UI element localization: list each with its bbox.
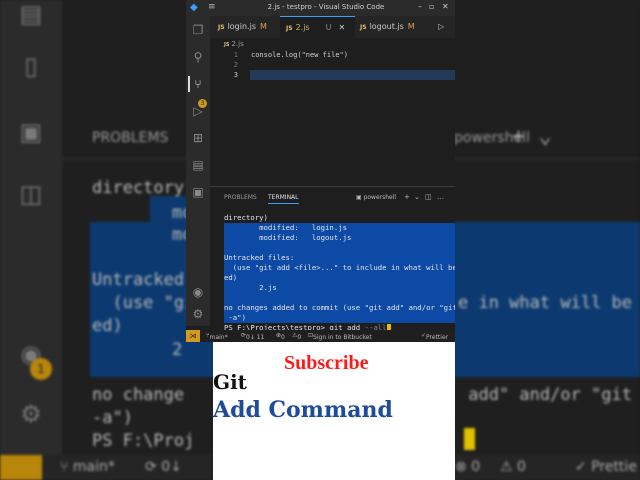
bg-branch: ⑂ main* [60,459,115,475]
split-icon[interactable]: ◫ [425,193,432,201]
minimize-icon[interactable]: – [418,2,422,11]
current-line-highlight [250,70,455,80]
sync-status[interactable]: ⟳ 0↓ 11 [241,332,264,341]
close-icon[interactable]: ✕ [442,2,449,11]
remote-icon[interactable]: ⋊ [186,330,200,342]
bg-line: -a") [92,408,133,428]
title-bar: ◆ ≡ 2.js - testpro - Visual Studio Code … [186,0,455,16]
prettier-status[interactable]: ✓ Prettier [421,332,448,341]
chevron-down-icon[interactable]: ⌄ [414,193,420,201]
bg-warnings: ⚠ 0 [500,459,526,475]
terminal[interactable]: directory) modified: login.js modified: … [224,213,455,333]
bg-terminal-icon: ▣ [19,118,43,146]
tab-2-js[interactable]: JS 2.js U ✕ [280,16,355,38]
bg-line: 2 [172,340,183,360]
caption-card: Subscribe Git Add Command [213,342,455,480]
run-icon[interactable]: ▷ [438,22,444,31]
vscode-logo-icon: ◆ [190,2,198,13]
terminal-line: ed) [224,273,455,283]
run-debug-icon[interactable]: ▷ [190,103,206,119]
js-file-icon: JS [218,24,225,31]
errors-status[interactable]: ⊗ 0 [276,332,285,341]
terminal-line: directory) [224,213,268,222]
caption-line-1: Git [213,370,247,394]
code-editor[interactable]: 1 2 3 console.log("new file") [210,48,455,183]
terminal-icon[interactable]: ▣ [190,184,206,200]
js-file-icon: JS [360,24,367,31]
bg-prettier: ✓ Prettie [575,459,637,475]
bg-line: ed) [92,316,123,336]
bg-errors: ⊗ 0 [455,459,481,475]
terminal-line: 2.js [224,283,455,293]
bg-line: add" and/or "git [458,385,632,405]
bg-line: directory) [92,178,195,198]
bg-activity-bar: ▤ ▯ ▣ ◫ ◉ ⚙ [0,0,62,455]
terminal-line: -a") [224,313,455,323]
vscode-window: ◆ ≡ 2.js - testpro - Visual Studio Code … [186,0,455,342]
terminal-line: modified: login.js [224,223,455,233]
bg-line: Untracked [92,270,185,290]
add-terminal-icon[interactable]: + [404,193,410,201]
bg-gear-icon: ⚙ [20,400,42,428]
bg-line: PS F:\Proj [92,431,195,451]
account-icon[interactable]: ◉ [190,284,206,300]
line-number: 1 [233,51,238,59]
bottom-panel: PROBLEMS TERMINAL ▣ powershell + ⌄ ◫ … d… [210,186,455,333]
bitbucket-status[interactable]: ⊡ Sign in to Bitbucket [308,332,372,341]
breadcrumb[interactable]: JS 2.js [224,40,244,48]
status-bar: ⋊ ⑂ main* ⟳ 0↓ 11 ⊗ 0 ⚠ 0 ⊡ Sign in to B… [186,330,455,342]
terminal-line: Untracked files: [224,253,455,263]
warnings-status[interactable]: ⚠ 0 [292,332,301,341]
extensions-icon[interactable]: ⊞ [190,130,206,146]
bg-files-icon: ▤ [19,0,43,28]
terminal-line: (use "git add <file>..." to include in w… [224,263,455,273]
bg-badge: 1 [30,358,52,380]
tab-login-js[interactable]: JS login.js M [218,16,278,38]
terminal-line: modified: logout.js [224,233,455,243]
terminal-line [224,293,455,303]
more-icon[interactable]: … [437,193,444,201]
explorer-icon[interactable]: ❐ [190,22,206,38]
line-number: 3 [233,71,238,79]
source-control-icon[interactable]: ⑂ [188,76,206,92]
bg-extension-icon: ◫ [19,180,43,208]
window-title: 2.js - testpro - Visual Studio Code [267,3,385,11]
caption-line-2: Add Command [213,397,393,423]
subscribe-label: Subscribe [284,352,369,374]
notebook-icon[interactable]: ▤ [190,157,206,173]
maximize-icon[interactable]: ▫ [429,2,434,11]
tab-close-icon[interactable]: ✕ [338,23,345,32]
js-file-icon: JS [286,25,293,32]
bg-notebook-icon: ▯ [24,52,38,80]
bg-line: e in what will be [458,293,632,313]
search-icon[interactable]: ⚲ [190,49,206,65]
bg-sync: ⟳ 0↓ [145,459,182,475]
bg-line: no change [92,385,185,405]
bg-cursor [464,428,475,450]
activity-bar: ❐ ⚲ ⑂ 3 ▷ ⊞ ▤ ▣ ◉ ⚙ [186,16,210,326]
bg-plus-icon: + ⌄ [512,124,552,149]
bg-remote-icon [0,455,42,480]
line-number: 2 [233,61,238,69]
code-line: console.log("new file") [251,51,348,59]
gear-icon[interactable]: ⚙ [190,306,206,322]
terminal-line: no changes added to commit (use "git add… [224,303,455,313]
tab-logout-js[interactable]: JS logout.js M [360,16,430,38]
terminal-line [224,243,455,253]
bg-problems-tab: PROBLEMS [92,130,169,146]
editor-tabs: JS login.js M JS 2.js U ✕ JS logout.js M ▷ [210,16,455,38]
shell-selector[interactable]: ▣ powershell [356,194,396,201]
tab-terminal[interactable]: TERMINAL [268,194,299,204]
tab-problems[interactable]: PROBLEMS [224,194,257,201]
menu-icon[interactable]: ≡ [208,2,216,12]
branch-status[interactable]: ⑂ main* [206,332,228,341]
